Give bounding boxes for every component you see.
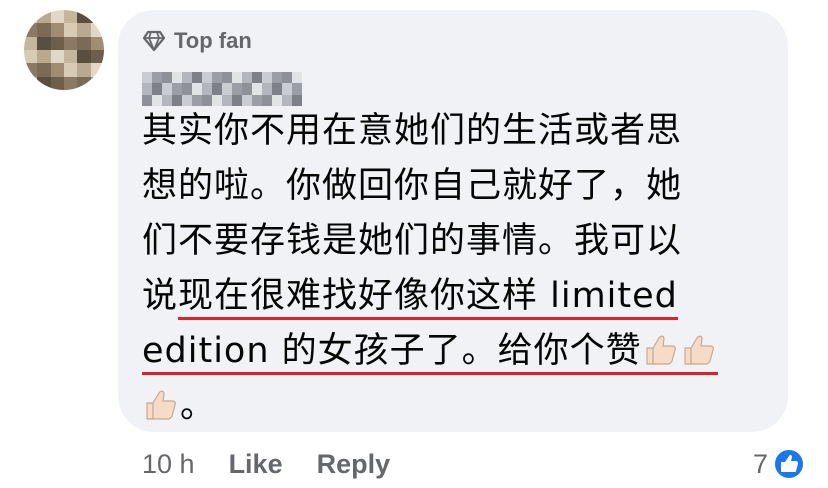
comment-line-1: 其实你不用在意她们的生活或者思: [142, 111, 683, 151]
comment-line-6: 。: [142, 379, 778, 434]
like-button[interactable]: Like: [229, 449, 283, 480]
highlighted-text: 现在很难找好像你这样 limited: [178, 276, 678, 320]
comment-end-punct: 。: [180, 386, 217, 426]
comment-text-plain: 说: [142, 276, 179, 316]
badge-label: Top fan: [174, 28, 252, 53]
top-fan-badge[interactable]: Top fan: [142, 26, 252, 56]
avatar[interactable]: [24, 10, 104, 90]
comment-line-4: 说现在很难找好像你这样 limited: [142, 269, 778, 324]
diamond-icon: [142, 30, 166, 52]
highlighted-phrase: edition 的女孩子了。给你个赞: [142, 331, 642, 371]
thumbs-up-emoji-icon: [143, 385, 179, 440]
thumbs-up-emoji-icon: [643, 330, 679, 385]
comment-text: 其实你不用在意她们的生活或者思 想的啦。你做回你自己就好了，她 们不要存钱是她们…: [142, 104, 778, 434]
comment-actions: 10 h Like Reply: [142, 444, 424, 484]
highlighted-text: edition 的女孩子了。给你个赞: [142, 331, 718, 375]
reaction-count-number: 7: [752, 448, 768, 479]
like-reaction-icon: [773, 448, 805, 480]
comment-line-5: edition 的女孩子了。给你个赞: [142, 324, 778, 379]
author-name-redacted[interactable]: [142, 72, 302, 106]
reaction-count[interactable]: 7: [753, 444, 806, 484]
comment-line-2: 想的啦。你做回你自己就好了，她: [142, 166, 683, 206]
comment-line-3: 们不要存钱是她们的事情。我可以: [142, 221, 683, 261]
reply-button[interactable]: Reply: [317, 449, 391, 480]
timestamp[interactable]: 10 h: [142, 449, 195, 480]
comment-bubble: Top fan 其实你不用在意她们的生活或者思 想的啦。你做回你自己就好了，她 …: [118, 10, 788, 432]
thumbs-up-emoji-icon: [681, 330, 717, 385]
